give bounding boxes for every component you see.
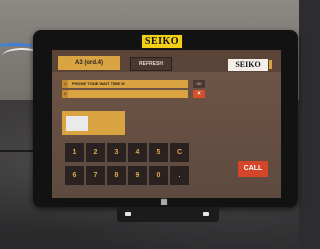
key-5[interactable]: 5 (149, 143, 168, 162)
row-remove-button[interactable]: × (193, 90, 205, 98)
preview-panel (62, 111, 125, 135)
key-clear[interactable]: C (170, 143, 189, 162)
key-2[interactable]: 2 (86, 143, 105, 162)
brand-badge: SEIKO (141, 34, 183, 49)
list-item-number: 2 (62, 90, 68, 98)
key-3[interactable]: 3 (107, 143, 126, 162)
list-item-number: 1 (62, 80, 68, 88)
key-8[interactable]: 8 (107, 166, 126, 185)
stand-clip (203, 212, 209, 216)
windows-icon[interactable]: ▦ (160, 198, 168, 206)
screen-title: A3 (ord.4) (58, 56, 120, 70)
list-item[interactable]: 2 (62, 90, 188, 98)
stand-clip (125, 212, 131, 216)
tablet-stand (117, 207, 219, 222)
call-button[interactable]: CALL (238, 161, 268, 177)
list-item[interactable]: 1 PHONE TONE WAIT TIME M (62, 80, 188, 88)
preview-thumbnail (66, 116, 88, 131)
logo-tab (269, 60, 272, 69)
tablet-screen: A3 (ord.4) REFRESH SEIKO 1 PHONE TONE WA… (52, 50, 281, 198)
numeric-keypad: 1 2 3 4 5 C 6 7 8 9 0 . (65, 143, 190, 191)
key-0[interactable]: 0 (149, 166, 168, 185)
row-ok-button[interactable]: OK (193, 80, 205, 88)
brand-logo: SEIKO (228, 59, 268, 71)
key-6[interactable]: 6 (65, 166, 84, 185)
refresh-button[interactable]: REFRESH (130, 57, 172, 71)
key-7[interactable]: 7 (86, 166, 105, 185)
list-item-text: PHONE TONE WAIT TIME M (72, 81, 125, 86)
key-4[interactable]: 4 (128, 143, 147, 162)
key-dot[interactable]: . (170, 166, 189, 185)
key-1[interactable]: 1 (65, 143, 84, 162)
key-9[interactable]: 9 (128, 166, 147, 185)
